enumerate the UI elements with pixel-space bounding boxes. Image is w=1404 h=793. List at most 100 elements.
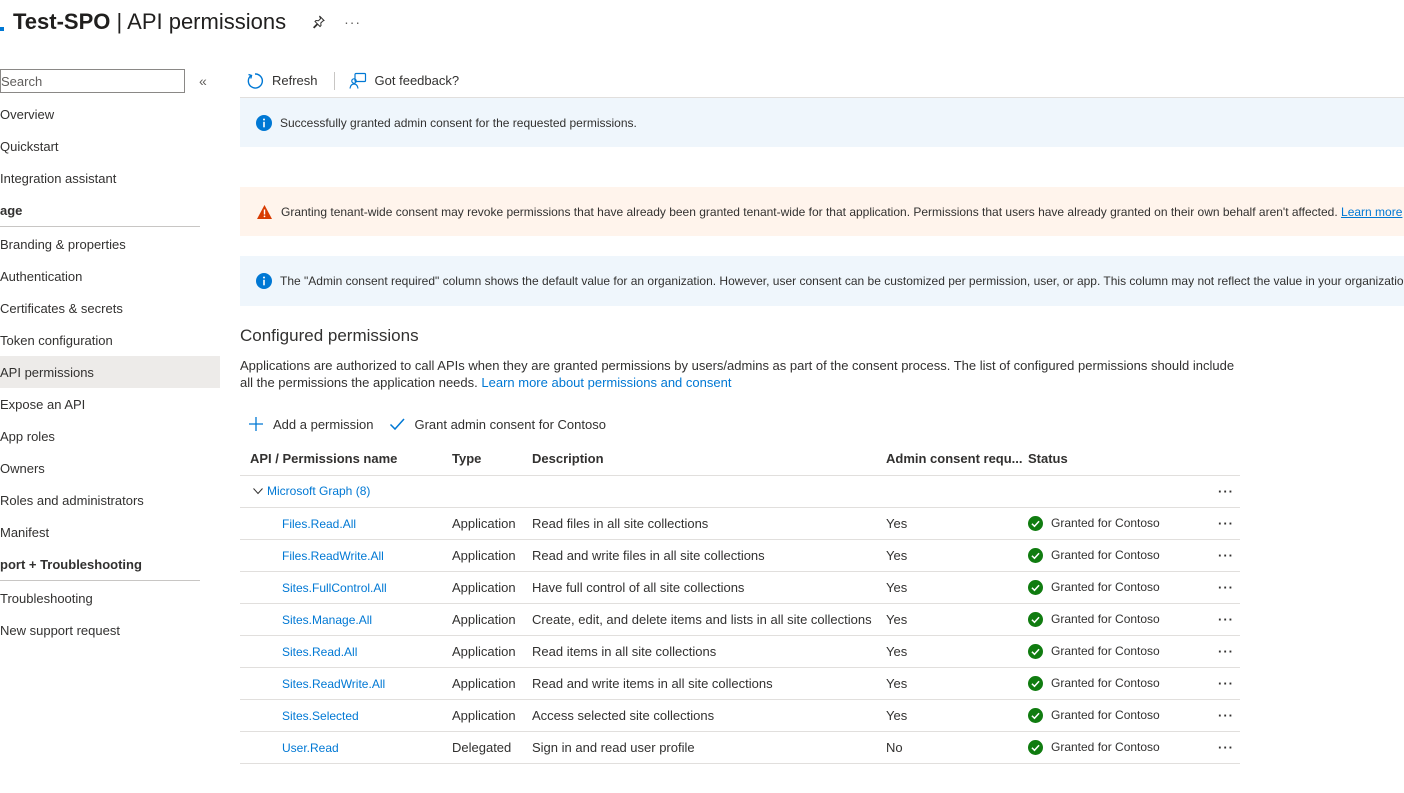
permission-description: Read files in all site collections [532,507,886,540]
title-accent-mark [0,27,4,31]
permission-name-link[interactable]: Files.ReadWrite.All [240,549,384,563]
page-title: Test-SPO | API permissions [13,9,286,35]
permission-description: Read items in all site collections [532,635,886,668]
permission-name-link[interactable]: Sites.ReadWrite.All [240,677,385,691]
permission-type: Application [452,699,532,732]
table-row: Sites.Manage.All Application Create, edit,… [240,603,1240,636]
feedback-icon [348,72,366,89]
column-header-admin-consent[interactable]: Admin consent requ... [886,442,1028,476]
configured-permissions-description: Applications are authorized to call APIs… [240,357,1240,391]
permission-name-link[interactable]: Sites.Selected [240,709,359,723]
sidebar-item-integration-assistant[interactable]: Integration assistant [0,162,220,194]
sidebar-item-troubleshooting[interactable]: Troubleshooting [0,582,220,614]
row-more-icon[interactable]: ··· [1198,475,1240,508]
status-text: Granted for Contoso [1051,708,1160,722]
admin-consent-required: Yes [886,699,1028,732]
sidebar-item-authentication[interactable]: Authentication [0,260,220,292]
column-header-status[interactable]: Status [1028,442,1198,476]
refresh-button[interactable]: Refresh [246,72,318,90]
status-badge: Granted for Contoso [1028,675,1198,691]
warning-icon [257,204,272,219]
sidebar: « Overview Quickstart Integration assist… [0,64,220,646]
pin-icon[interactable] [310,14,326,30]
description-text: Applications are authorized to call APIs… [240,358,1235,390]
page-header: Test-SPO | API permissions ··· [0,6,361,38]
table-row: Sites.Selected Application Access selected… [240,699,1240,732]
permission-name-cell: Files.ReadWrite.All [240,539,452,572]
status-text: Granted for Contoso [1051,740,1160,754]
checkmark-icon [390,418,406,431]
add-permission-button[interactable]: Add a permission [248,416,373,432]
column-header-type[interactable]: Type [452,442,532,476]
column-header-description[interactable]: Description [532,442,886,476]
table-row: Sites.Read.All Application Read items in a… [240,635,1240,668]
sidebar-item-app-roles[interactable]: App roles [0,420,220,452]
sidebar-item-branding[interactable]: Branding & properties [0,228,220,260]
permission-name-link[interactable]: Files.Read.All [240,517,356,531]
green-check-circle-icon [1028,547,1043,563]
green-check-circle-icon [1028,579,1043,595]
permission-name-cell: Files.Read.All [240,507,452,540]
plus-icon [249,417,263,431]
status-badge: Granted for Contoso [1028,611,1198,627]
admin-consent-required: No [886,731,1028,764]
microsoft-graph-group-toggle[interactable]: Microsoft Graph (8) [240,484,1198,498]
status-text: Granted for Contoso [1051,644,1160,658]
sidebar-item-overview[interactable]: Overview [0,98,220,130]
column-header-name[interactable]: API / Permissions name [240,442,452,476]
sidebar-item-token-configuration[interactable]: Token configuration [0,324,220,356]
permission-type: Application [452,667,532,700]
admin-consent-required: Yes [886,603,1028,636]
permission-name-link[interactable]: Sites.FullControl.All [240,581,387,595]
sidebar-item-expose-api[interactable]: Expose an API [0,388,220,420]
row-more-icon[interactable]: ··· [1198,507,1240,540]
row-more-icon[interactable]: ··· [1198,539,1240,572]
permission-name-cell: Sites.FullControl.All [240,571,452,604]
permission-name-cell: User.Read [240,731,452,764]
more-options-icon[interactable]: ··· [344,14,361,30]
page-name: API permissions [127,9,287,34]
feedback-button[interactable]: Got feedback? [348,72,459,90]
group-row: Microsoft Graph (8) ··· [240,475,1240,508]
row-more-icon[interactable]: ··· [1198,731,1240,764]
status-badge: Granted for Contoso [1028,643,1198,659]
sidebar-item-owners[interactable]: Owners [0,452,220,484]
permission-name-link[interactable]: Sites.Read.All [240,645,357,659]
permission-type: Delegated [452,731,532,764]
sidebar-section-manage: age [0,194,200,227]
permission-description: Have full control of all site collection… [532,571,886,604]
permission-name-link[interactable]: Sites.Manage.All [240,613,372,627]
collapse-sidebar-icon[interactable]: « [199,73,207,89]
status-text: Granted for Contoso [1051,580,1160,594]
sidebar-item-roles-admins[interactable]: Roles and administrators [0,484,220,516]
permissions-consent-link[interactable]: Learn more about permissions and consent [481,375,731,390]
grant-admin-consent-button[interactable]: Grant admin consent for Contoso [389,416,606,432]
green-check-circle-icon [1028,675,1043,691]
search-input[interactable] [0,69,185,93]
group-cell: Microsoft Graph (8) [240,475,1198,508]
permission-description: Create, edit, and delete items and lists… [532,603,886,636]
sidebar-item-manifest[interactable]: Manifest [0,516,220,548]
status-text: Granted for Contoso [1051,612,1160,626]
learn-more-link[interactable]: Learn more [1341,205,1402,219]
table-row: User.Read Delegated Sign in and read user … [240,731,1240,764]
sidebar-item-quickstart[interactable]: Quickstart [0,130,220,162]
row-more-icon[interactable]: ··· [1198,635,1240,668]
sidebar-item-api-permissions[interactable]: API permissions [0,356,220,388]
row-more-icon[interactable]: ··· [1198,603,1240,636]
permission-type: Application [452,539,532,572]
command-bar: Refresh Got feedback? [240,64,1404,98]
warning-banner: Granting tenant-wide consent may revoke … [240,187,1404,236]
row-more-icon[interactable]: ··· [1198,571,1240,604]
info-icon [256,114,272,131]
permission-name-cell: Sites.Selected [240,699,452,732]
refresh-label: Refresh [272,73,318,88]
main-content: Refresh Got feedback? Successfully grant… [240,64,1404,764]
row-more-icon[interactable]: ··· [1198,667,1240,700]
sidebar-item-certificates[interactable]: Certificates & secrets [0,292,220,324]
permission-name-cell: Sites.Read.All [240,635,452,668]
permission-name-link[interactable]: User.Read [240,741,339,755]
row-more-icon[interactable]: ··· [1198,699,1240,732]
warning-banner-text: Granting tenant-wide consent may revoke … [281,204,1338,219]
sidebar-item-new-support-request[interactable]: New support request [0,614,220,646]
